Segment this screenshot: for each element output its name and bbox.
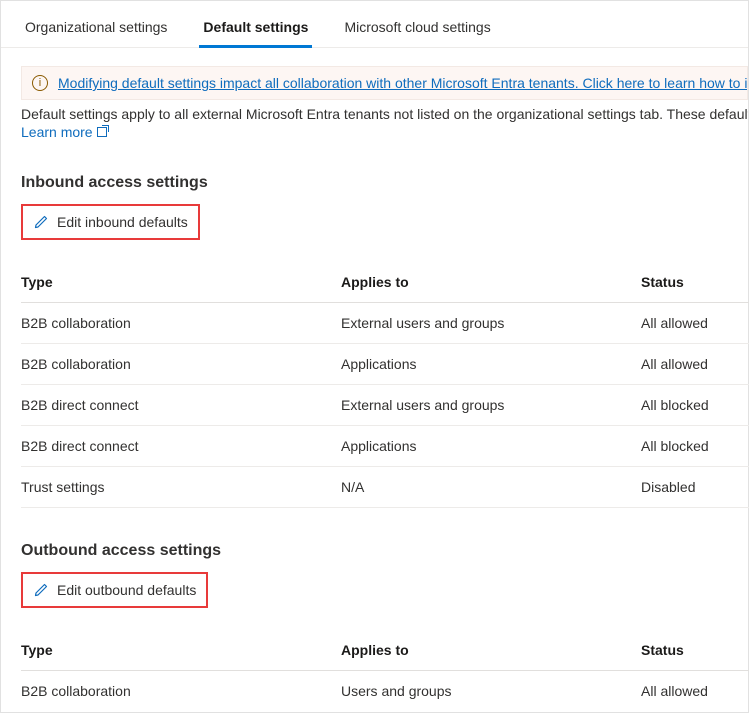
cell-status: All blocked [641, 397, 749, 413]
pencil-icon [33, 582, 49, 598]
table-row: B2B collaborationExternal users and grou… [21, 303, 749, 344]
cell-appliesto: Users and groups [341, 683, 641, 699]
cell-appliesto: N/A [341, 479, 641, 495]
info-icon: i [32, 75, 48, 91]
cell-type: B2B direct connect [21, 397, 341, 413]
cell-status: All allowed [641, 356, 749, 372]
edit-inbound-defaults-button[interactable]: Edit inbound defaults [21, 204, 200, 240]
col-status: Status [641, 642, 749, 658]
edit-outbound-defaults-button[interactable]: Edit outbound defaults [21, 572, 208, 608]
col-type: Type [21, 274, 341, 290]
tab-default-settings[interactable]: Default settings [199, 9, 312, 47]
learn-more-label: Learn more [21, 124, 93, 140]
cell-type: B2B collaboration [21, 356, 341, 372]
inbound-table-header: Type Applies to Status [21, 262, 749, 303]
tab-microsoft-cloud-settings[interactable]: Microsoft cloud settings [340, 9, 494, 47]
external-link-icon [97, 127, 107, 137]
outbound-section-title: Outbound access settings [21, 542, 748, 560]
pencil-icon [33, 214, 49, 230]
cell-status: Disabled [641, 479, 749, 495]
col-status: Status [641, 274, 749, 290]
inbound-table: Type Applies to Status B2B collaboration… [21, 262, 749, 508]
tab-bar: Organizational settings Default settings M… [1, 1, 748, 48]
table-row: B2B collaborationUsers and groupsAll all… [21, 671, 749, 711]
cell-type: B2B direct connect [21, 438, 341, 454]
description-text: Default settings apply to all external M… [21, 106, 748, 122]
info-banner: i Modifying default settings impact all … [21, 66, 748, 100]
table-row: B2B direct connectApplicationsAll blocke… [21, 426, 749, 467]
tab-organizational-settings[interactable]: Organizational settings [21, 9, 171, 47]
table-row: Trust settingsN/ADisabled [21, 467, 749, 508]
cell-type: Trust settings [21, 479, 341, 495]
col-applies-to: Applies to [341, 642, 641, 658]
learn-more-link[interactable]: Learn more [21, 124, 107, 140]
outbound-table-header: Type Applies to Status [21, 630, 749, 671]
col-applies-to: Applies to [341, 274, 641, 290]
outbound-table: Type Applies to Status B2B collaboration… [21, 630, 749, 711]
cell-type: B2B collaboration [21, 683, 341, 699]
cell-status: All allowed [641, 683, 749, 699]
cell-appliesto: Applications [341, 438, 641, 454]
cell-type: B2B collaboration [21, 315, 341, 331]
edit-inbound-label: Edit inbound defaults [57, 214, 188, 230]
inbound-section-title: Inbound access settings [21, 174, 748, 192]
table-row: B2B direct connectExternal users and gro… [21, 385, 749, 426]
info-banner-link[interactable]: Modifying default settings impact all co… [58, 75, 748, 91]
cell-appliesto: External users and groups [341, 397, 641, 413]
content-area: i Modifying default settings impact all … [1, 48, 748, 711]
cell-status: All allowed [641, 315, 749, 331]
table-row: B2B collaborationApplicationsAll allowed [21, 344, 749, 385]
edit-outbound-label: Edit outbound defaults [57, 582, 196, 598]
col-type: Type [21, 642, 341, 658]
cell-appliesto: Applications [341, 356, 641, 372]
cell-status: All blocked [641, 438, 749, 454]
cell-appliesto: External users and groups [341, 315, 641, 331]
